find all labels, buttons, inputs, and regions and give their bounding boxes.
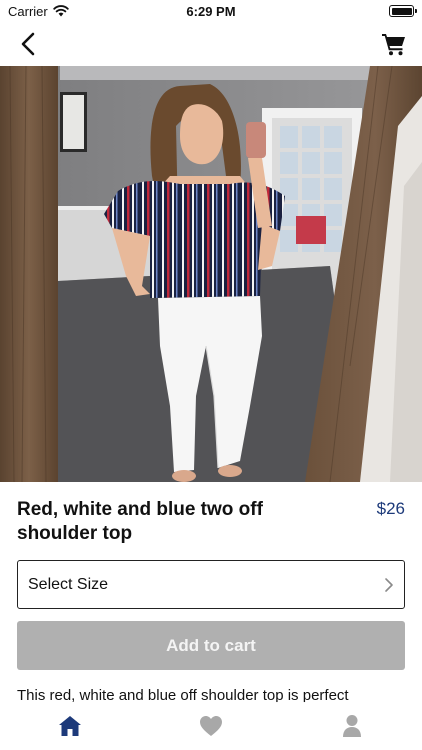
nav-bar bbox=[0, 22, 422, 66]
status-bar: Carrier 6:29 PM bbox=[0, 0, 422, 22]
size-select[interactable]: Select Size bbox=[17, 560, 405, 609]
heart-icon bbox=[199, 716, 222, 736]
tab-bar bbox=[0, 702, 422, 750]
tab-favorites[interactable] bbox=[181, 706, 241, 746]
product-price: $26 bbox=[376, 499, 405, 518]
wifi-icon bbox=[53, 5, 69, 17]
size-select-label: Select Size bbox=[28, 575, 109, 593]
product-title: Red, white and blue two off shoulder top bbox=[17, 499, 263, 544]
home-icon bbox=[59, 716, 82, 736]
tab-profile[interactable] bbox=[322, 706, 382, 746]
chevron-left-icon bbox=[21, 32, 35, 56]
battery-icon bbox=[389, 5, 417, 17]
add-to-cart-button[interactable]: Add to cart bbox=[17, 621, 405, 670]
cart-button[interactable] bbox=[376, 26, 412, 62]
status-left: Carrier bbox=[8, 4, 69, 19]
back-button[interactable] bbox=[10, 26, 46, 62]
tab-home[interactable] bbox=[40, 706, 100, 746]
profile-icon bbox=[342, 715, 361, 737]
cart-icon bbox=[382, 34, 405, 56]
product-image bbox=[0, 66, 422, 482]
chevron-right-icon bbox=[385, 577, 393, 592]
carrier-label: Carrier bbox=[8, 3, 48, 19]
